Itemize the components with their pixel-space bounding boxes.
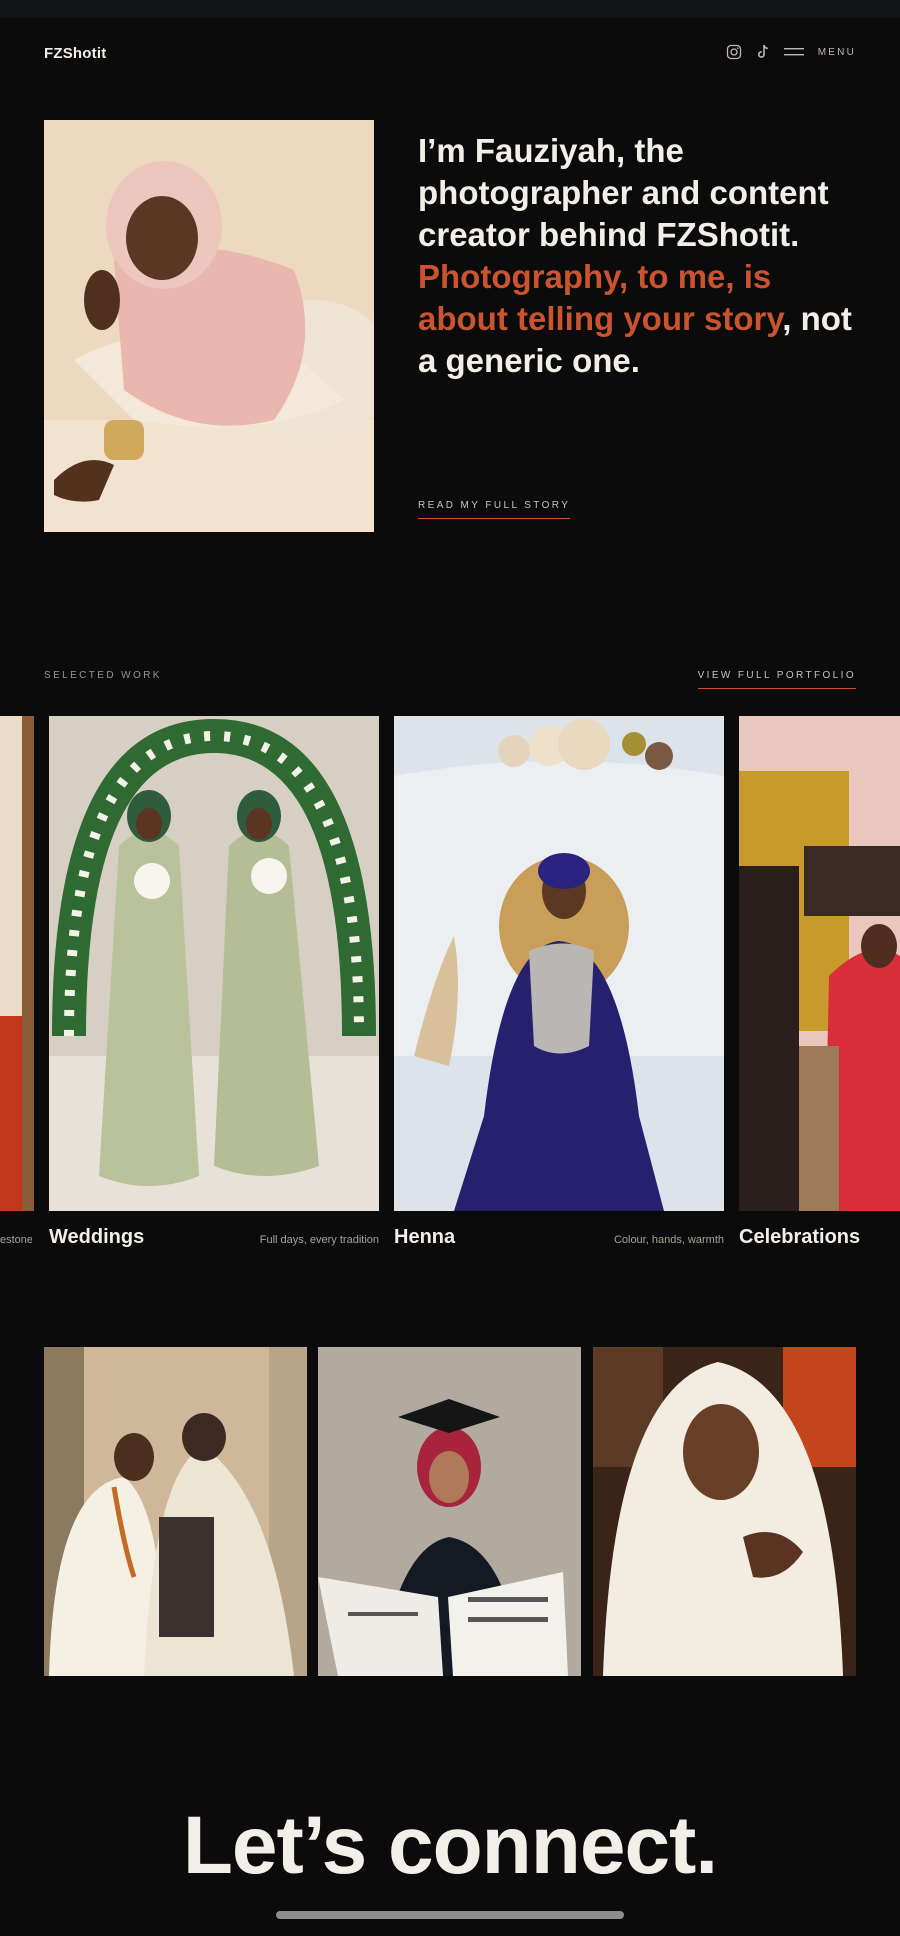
card-subtitle-partial: estones — [0, 1234, 32, 1246]
top-nav: MENU — [726, 44, 856, 60]
gallery-photo-bride[interactable] — [593, 1347, 856, 1676]
portfolio-card-partial-left[interactable] — [0, 716, 34, 1211]
portfolio-card-henna[interactable] — [394, 716, 724, 1211]
portfolio-card-weddings[interactable] — [49, 716, 379, 1211]
instagram-icon[interactable] — [726, 44, 742, 60]
card-subtitle-henna: Colour, hands, warmth — [613, 1234, 724, 1246]
view-full-portfolio-link[interactable]: VIEW FULL PORTFOLIO — [697, 670, 856, 689]
card-subtitle-weddings: Full days, every tradition — [259, 1234, 379, 1246]
read-full-story-link[interactable]: READ MY FULL STORY — [418, 500, 571, 519]
site-logo[interactable]: FZShotit — [44, 45, 106, 62]
intro-accent-text: Photography, to me, is about telling you… — [418, 258, 783, 337]
intro-text: I’m Fauziyah, the photographer and conte… — [418, 132, 829, 253]
gallery-photo-couple[interactable] — [44, 1347, 307, 1676]
menu-button[interactable]: MENU — [818, 47, 856, 58]
card-title-henna[interactable]: Henna — [394, 1226, 455, 1249]
portfolio-card-celebrations[interactable] — [739, 716, 900, 1211]
intro-statement: I’m Fauziyah, the photographer and conte… — [418, 130, 858, 382]
home-indicator[interactable] — [276, 1911, 624, 1919]
hero-portrait-photo — [44, 120, 374, 532]
gallery-photo-graduation[interactable] — [318, 1347, 581, 1676]
tiktok-icon[interactable] — [756, 44, 770, 60]
status-bar — [0, 0, 900, 18]
menu-icon[interactable] — [783, 47, 804, 57]
card-title-celebrations[interactable]: Celebrations — [739, 1226, 860, 1249]
selected-work-label: SELECTED WORK — [44, 670, 162, 681]
lets-connect-heading[interactable]: Let’s connect. — [0, 1805, 900, 1887]
card-title-weddings[interactable]: Weddings — [49, 1226, 144, 1249]
